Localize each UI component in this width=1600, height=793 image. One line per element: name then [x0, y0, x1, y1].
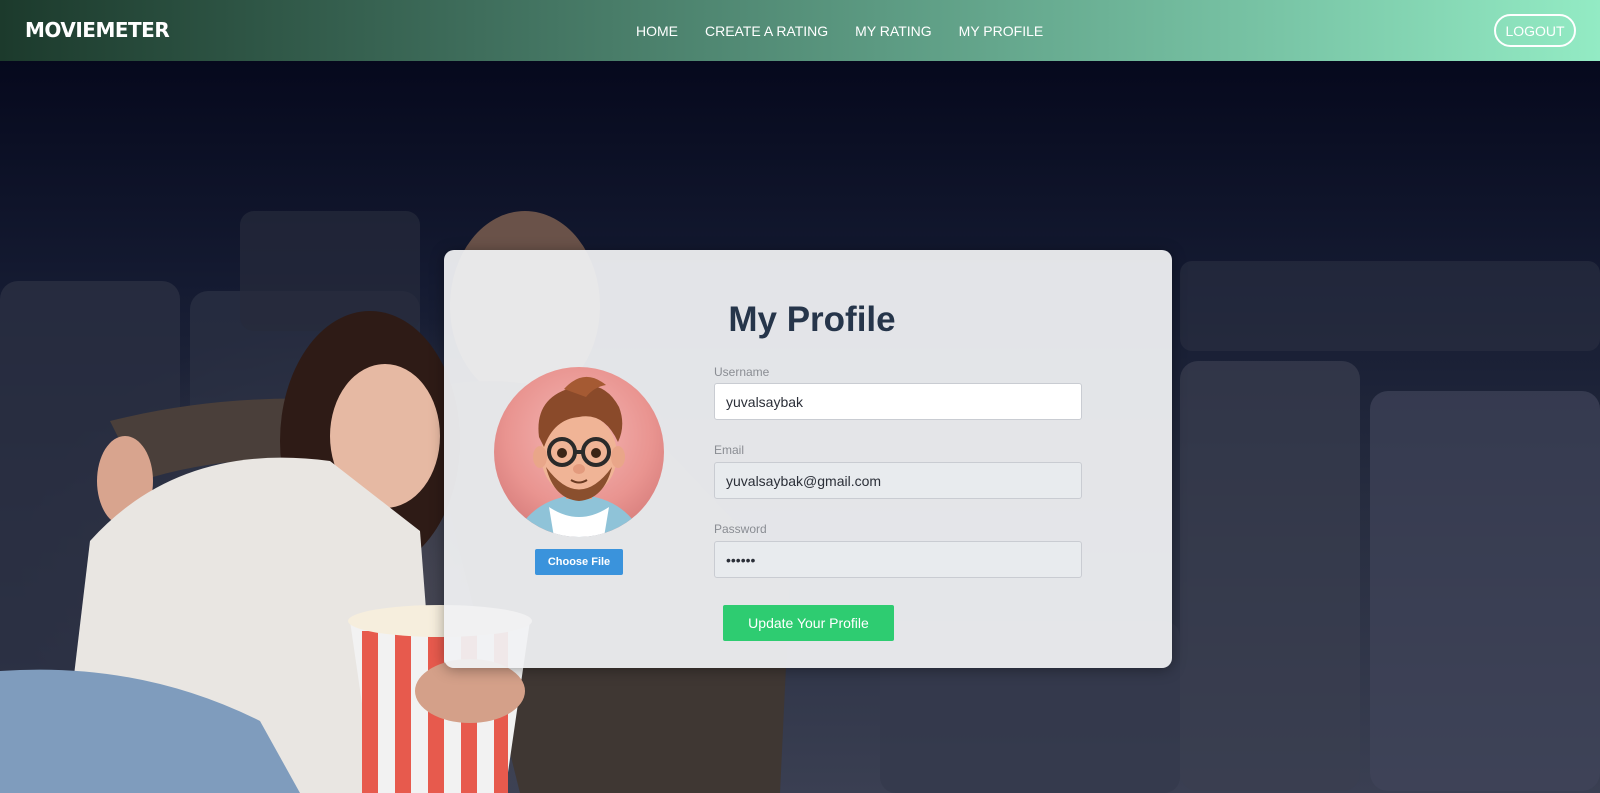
- brand-logo[interactable]: MOVIEMETER: [25, 18, 170, 42]
- update-profile-button[interactable]: Update Your Profile: [723, 605, 894, 641]
- logout-button[interactable]: LOGOUT: [1494, 14, 1576, 47]
- username-label: Username: [714, 365, 770, 379]
- avatar-illustration: [514, 376, 644, 537]
- top-navbar: MOVIEMETER HOME CREATE A RATING MY RATIN…: [0, 0, 1600, 61]
- nav-my-profile-link[interactable]: MY PROFILE: [959, 23, 1044, 39]
- email-field[interactable]: yuvalsaybak@gmail.com: [714, 462, 1082, 499]
- nav-home-link[interactable]: HOME: [636, 23, 678, 39]
- profile-card: Choose File My Profile Username yuvalsay…: [444, 250, 1172, 668]
- nav-my-rating-link[interactable]: MY RATING: [855, 23, 932, 39]
- password-field[interactable]: ••••••: [714, 541, 1082, 578]
- choose-file-button[interactable]: Choose File: [535, 549, 623, 575]
- email-label: Email: [714, 443, 745, 457]
- password-label: Password: [714, 522, 767, 536]
- page-title: My Profile: [728, 300, 896, 339]
- profile-avatar: [494, 367, 664, 537]
- nav-create-rating-link[interactable]: CREATE A RATING: [705, 23, 828, 39]
- username-field[interactable]: yuvalsaybak: [714, 383, 1082, 420]
- nav-links: HOME CREATE A RATING MY RATING MY PROFIL…: [636, 0, 1070, 61]
